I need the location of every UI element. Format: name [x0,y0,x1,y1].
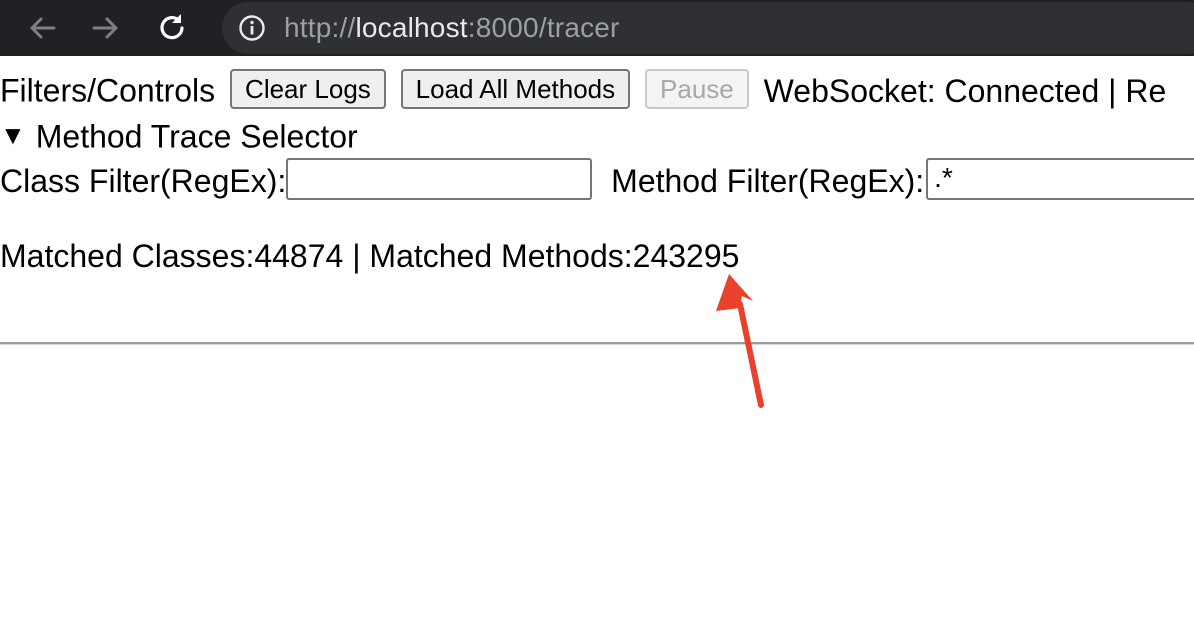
url-scheme: http:// [284,12,356,43]
info-circle-icon[interactable] [238,14,266,42]
arrow-left-icon [30,17,56,39]
reload-icon [160,14,184,40]
disclosure-triangle-icon[interactable]: ▼ [0,117,26,153]
websocket-status: WebSocket: Connected | Re [763,72,1167,109]
url-text[interactable]: http://localhost:8000/tracer [284,12,620,44]
page-content: Filters/Controls Clear Logs Load All Met… [0,56,1194,630]
class-filter-input[interactable] [286,158,593,200]
page: http://localhost:8000/tracer Filters/Con… [0,0,1194,630]
address-bar[interactable]: http://localhost:8000/tracer [222,2,1194,54]
forward-button[interactable] [88,10,124,46]
method-trace-selector-summary[interactable]: ▼ Method Trace Selector [0,116,358,155]
back-button[interactable] [24,10,60,46]
controls-row: Filters/Controls Clear Logs Load All Met… [0,68,1167,111]
method-filter-input[interactable]: .* [926,158,1194,200]
clear-logs-button[interactable]: Clear Logs [230,68,386,109]
reload-button[interactable] [154,10,190,46]
match-summary: Matched Classes:44874 | Matched Methods:… [0,238,740,274]
browser-toolbar: http://localhost:8000/tracer [0,0,1194,56]
url-host: localhost [355,12,468,43]
method-filter-label: Method Filter(RegEx): [611,163,925,199]
filter-row: Class Filter(RegEx): Method Filter(RegEx… [0,158,1194,202]
url-path: :8000/tracer [467,12,620,43]
class-filter-label: Class Filter(RegEx): [0,163,287,199]
load-all-methods-button[interactable]: Load All Methods [400,68,631,109]
controls-heading: Filters/Controls [0,72,216,109]
arrow-right-icon [92,17,118,39]
section-divider [0,342,1194,344]
method-trace-selector-title: Method Trace Selector [35,118,358,155]
pause-button[interactable]: Pause [645,68,749,109]
